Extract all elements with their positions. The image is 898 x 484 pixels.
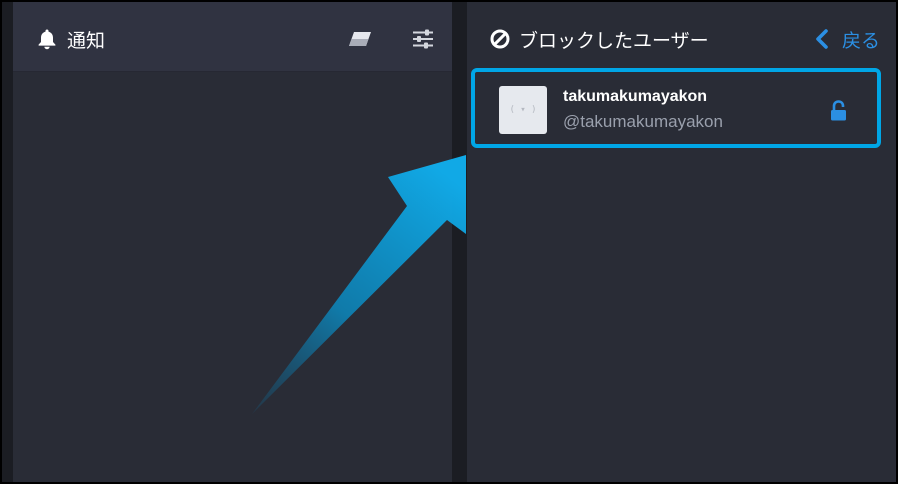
bell-icon	[37, 28, 57, 50]
back-button-label: 戻る	[841, 29, 880, 52]
blocked-users-title: ブロックしたユーザー	[489, 24, 709, 54]
app-window: 通知 ブロックしたユーザー 戻る (▾) takumakumayakon @…	[2, 2, 896, 482]
blocked-users-header: ブロックしたユーザー 戻る	[467, 2, 896, 70]
blocked-users-title-text: ブロックしたユーザー	[519, 29, 709, 52]
user-display-name[interactable]: takumakumayakon	[563, 88, 707, 106]
unlock-icon	[829, 100, 849, 122]
sliders-icon	[412, 29, 434, 49]
notifications-title-text: 通知	[67, 29, 106, 52]
blocked-users-column: ブロックしたユーザー 戻る ( ▾ ) takumakumayakon @tak…	[467, 2, 896, 482]
notifications-header: 通知	[13, 2, 452, 72]
back-button[interactable]: 戻る	[814, 24, 880, 54]
column-settings-button[interactable]	[409, 26, 437, 52]
notifications-column: 通知	[13, 2, 452, 482]
eraser-icon	[347, 31, 373, 47]
chevron-left-icon	[814, 29, 830, 49]
block-icon	[489, 28, 511, 50]
unblock-button[interactable]	[829, 100, 849, 122]
notifications-title[interactable]: 通知	[37, 24, 105, 54]
avatar[interactable]: ( ▾ )	[499, 86, 547, 134]
user-handle[interactable]: @takumakumayakon	[563, 112, 723, 132]
clear-column-button[interactable]	[346, 26, 374, 52]
blocked-user-row[interactable]: ( ▾ ) takumakumayakon @takumakumayakon	[471, 68, 881, 148]
